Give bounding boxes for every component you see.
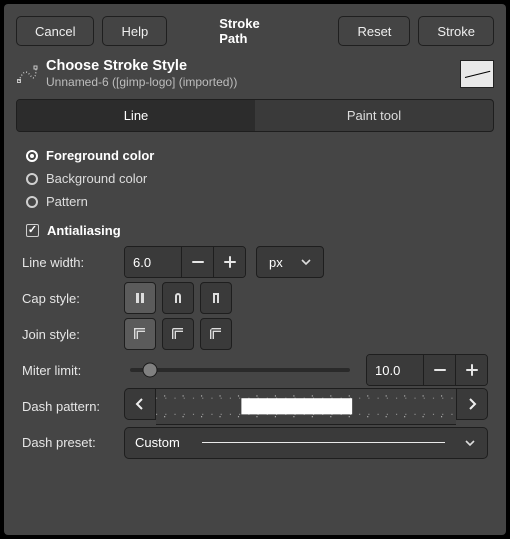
- dash-pattern-canvas[interactable]: [156, 388, 456, 425]
- slider-thumb[interactable]: [142, 363, 157, 378]
- dash-pattern-editor: [124, 388, 488, 425]
- miter-limit-value[interactable]: 10.0: [367, 355, 423, 385]
- color-source-radios: Foreground color Background color Patter…: [16, 144, 494, 215]
- header-subtitle: Unnamed-6 ([gimp-logo] (imported)): [46, 75, 452, 89]
- label-line-width: Line width:: [22, 255, 114, 270]
- label-dash-pattern: Dash pattern:: [22, 399, 114, 414]
- row-join-style: Join style:: [22, 316, 488, 352]
- cap-butt-button[interactable]: [124, 282, 156, 314]
- plus-icon: [466, 364, 478, 376]
- radio-foreground-color[interactable]: Foreground color: [26, 144, 488, 167]
- radio-icon: [26, 173, 38, 185]
- row-cap-style: Cap style:: [22, 280, 488, 316]
- join-round-button[interactable]: [162, 318, 194, 350]
- dash-scroll-right[interactable]: [456, 388, 488, 420]
- join-miter-button[interactable]: [124, 318, 156, 350]
- row-dash-pattern: Dash pattern:: [22, 388, 488, 425]
- radio-icon: [26, 150, 38, 162]
- dialog-topbar: Cancel Help Stroke Path Reset Stroke: [16, 16, 494, 46]
- dialog-window: Cancel Help Stroke Path Reset Stroke Cho…: [4, 4, 506, 535]
- antialiasing-checkbox[interactable]: ✓ Antialiasing: [16, 219, 494, 242]
- row-dash-preset: Dash preset: Custom: [22, 425, 488, 461]
- join-round-icon: [170, 326, 186, 342]
- cap-round-icon: [170, 290, 186, 306]
- minus-icon: [192, 261, 204, 263]
- miter-limit-slider[interactable]: [130, 368, 350, 372]
- line-options: Line width: 6.0 px Cap style:: [16, 242, 494, 461]
- cap-butt-icon: [132, 290, 148, 306]
- cap-round-button[interactable]: [162, 282, 194, 314]
- miter-limit-increment[interactable]: [455, 355, 487, 385]
- dash-scroll-left[interactable]: [124, 388, 156, 420]
- radio-label: Foreground color: [46, 148, 154, 163]
- label-dash-preset: Dash preset:: [22, 435, 114, 450]
- dialog-header: Choose Stroke Style Unnamed-6 ([gimp-log…: [16, 58, 494, 89]
- radio-label: Pattern: [46, 194, 88, 209]
- unit-value: px: [269, 255, 283, 270]
- chevron-down-icon: [463, 436, 477, 450]
- line-width-increment[interactable]: [213, 247, 245, 277]
- cap-square-icon: [208, 290, 224, 306]
- row-line-width: Line width: 6.0 px: [22, 244, 488, 280]
- join-miter-icon: [132, 326, 148, 342]
- label-cap-style: Cap style:: [22, 291, 114, 306]
- header-title: Choose Stroke Style: [46, 58, 452, 74]
- help-button[interactable]: Help: [102, 16, 167, 46]
- minus-icon: [434, 369, 446, 371]
- stroke-button[interactable]: Stroke: [418, 16, 494, 46]
- line-width-value[interactable]: 6.0: [125, 247, 181, 277]
- cap-style-buttons: [124, 282, 232, 314]
- radio-label: Background color: [46, 171, 147, 186]
- line-width-spinner: 6.0: [124, 246, 246, 278]
- cancel-button[interactable]: Cancel: [16, 16, 94, 46]
- chevron-left-icon: [133, 397, 147, 411]
- path-icon: [16, 63, 38, 85]
- label-join-style: Join style:: [22, 327, 114, 342]
- radio-pattern[interactable]: Pattern: [26, 190, 488, 213]
- row-miter-limit: Miter limit: 10.0: [22, 352, 488, 388]
- line-width-decrement[interactable]: [181, 247, 213, 277]
- join-style-buttons: [124, 318, 232, 350]
- tab-paint-tool[interactable]: Paint tool: [255, 100, 493, 131]
- join-bevel-icon: [208, 326, 224, 342]
- dialog-title: Stroke Path: [219, 16, 286, 46]
- toolbar-spacer: [175, 16, 211, 46]
- toolbar-spacer: [294, 16, 330, 46]
- join-bevel-button[interactable]: [200, 318, 232, 350]
- check-icon: ✓: [26, 224, 39, 237]
- tab-line[interactable]: Line: [17, 100, 255, 131]
- checkbox-label: Antialiasing: [47, 223, 121, 238]
- radio-icon: [26, 196, 38, 208]
- stroke-mode-tabs: Line Paint tool: [16, 99, 494, 132]
- reset-button[interactable]: Reset: [338, 16, 410, 46]
- miter-limit-decrement[interactable]: [423, 355, 455, 385]
- radio-background-color[interactable]: Background color: [26, 167, 488, 190]
- dash-preset-select[interactable]: Custom: [124, 427, 488, 459]
- miter-limit-spinner: 10.0: [366, 354, 488, 386]
- chevron-right-icon: [465, 397, 479, 411]
- chevron-down-icon: [299, 255, 313, 269]
- dash-preset-value: Custom: [135, 435, 180, 450]
- plus-icon: [224, 256, 236, 268]
- dash-preset-preview-line: [202, 442, 445, 443]
- label-miter-limit: Miter limit:: [22, 363, 114, 378]
- line-width-unit-select[interactable]: px: [256, 246, 324, 278]
- cap-square-button[interactable]: [200, 282, 232, 314]
- stroke-sample-preview: [460, 60, 494, 88]
